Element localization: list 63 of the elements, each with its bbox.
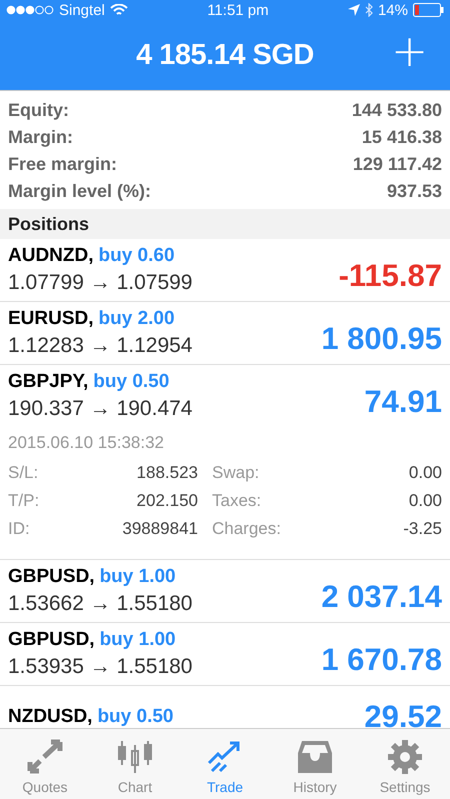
open-time: 2015.06.10 15:38:32 xyxy=(8,432,165,454)
detail-value: 0.00 xyxy=(408,491,442,511)
position-row[interactable]: GBPUSD, buy 1.00 1.53935 → 1.55180 1 670.78 xyxy=(0,623,450,686)
clock-time: 11:51 pm xyxy=(207,2,269,18)
signal-dots-icon xyxy=(6,5,54,15)
section-heading: Positions xyxy=(0,209,450,239)
order-side: buy 1.00 xyxy=(100,566,176,588)
price-range: 1.12283 → 1.12954 xyxy=(8,334,194,358)
symbol-label: AUDNZD, xyxy=(8,245,94,267)
order-side: buy 2.00 xyxy=(98,308,175,330)
summary-label: Free margin: xyxy=(8,154,118,175)
profit-value: 2 037.14 xyxy=(321,579,442,615)
detail-label: ID: xyxy=(8,519,31,539)
bluetooth-icon xyxy=(364,3,373,17)
summary-value: 15 416.38 xyxy=(362,127,442,148)
diagonal-arrows-icon xyxy=(26,739,64,775)
detail-value: 202.150 xyxy=(136,491,198,511)
detail-value: 39889841 xyxy=(121,519,198,539)
profit-value: 74.91 xyxy=(364,384,442,420)
order-side: buy 0.60 xyxy=(98,245,175,267)
symbol-label: NZDUSD, xyxy=(8,706,92,728)
price-range: 1.53935 → 1.55180 xyxy=(8,655,194,679)
position-row[interactable]: EURUSD, buy 2.00 1.12283 → 1.12954 1 800.95 xyxy=(0,302,450,365)
balance-title: 4 185.14 SGD xyxy=(136,38,314,72)
battery-percent: 14% xyxy=(378,2,408,18)
order-side: buy 0.50 xyxy=(97,706,174,728)
price-range: 1.53662 → 1.55180 xyxy=(8,592,194,616)
price-range: 1.07799 → 1.07599 xyxy=(8,271,194,295)
symbol-label: GBPJPY, xyxy=(8,371,88,393)
candlestick-icon xyxy=(116,739,154,775)
symbol-label: EURUSD, xyxy=(8,308,94,330)
position-row[interactable]: GBPUSD, buy 1.00 1.53662 → 1.55180 2 037.14 xyxy=(0,560,450,623)
wifi-icon xyxy=(110,4,128,16)
position-row[interactable]: GBPJPY, buy 0.50 190.337 → 190.474 74.91 2015.06.10 15:38:32 S/L: 188.523 Swap: 0.00 T/P: 202.150 Taxes: 0.00 ID: 39889841 Charges: -3.25 xyxy=(0,365,450,560)
detail-label: S/L: xyxy=(8,463,40,483)
order-side: buy 0.50 xyxy=(93,371,170,393)
profit-value: 1 800.95 xyxy=(321,321,442,357)
summary-label: Margin: xyxy=(8,127,73,148)
summary-value: 144 533.80 xyxy=(352,100,442,121)
inbox-tray-icon xyxy=(296,739,334,775)
detail-label: Swap: xyxy=(211,463,260,483)
position-row[interactable]: AUDNZD, buy 0.60 1.07799 → 1.07599 -115.87 xyxy=(0,239,450,302)
battery-icon xyxy=(413,3,444,17)
detail-value: -3.25 xyxy=(403,519,442,539)
summary-value: 937.53 xyxy=(386,181,442,202)
summary-label: Margin level (%): xyxy=(8,181,152,202)
symbol-label: GBPUSD, xyxy=(8,566,95,588)
settings-icon xyxy=(386,739,424,775)
carrier-name: Singtel xyxy=(59,2,105,18)
price-range: 190.337 → 190.474 xyxy=(8,397,194,421)
summary-value: 129 117.42 xyxy=(352,154,442,175)
location-arrow-icon xyxy=(348,4,360,16)
detail-value: 188.523 xyxy=(136,463,198,483)
detail-label: T/P: xyxy=(8,491,40,511)
profit-value: 1 670.78 xyxy=(321,642,442,678)
summary-label: Equity: xyxy=(8,100,69,121)
order-side: buy 1.00 xyxy=(100,629,176,651)
symbol-label: GBPUSD, xyxy=(8,629,95,651)
detail-value: 0.00 xyxy=(408,463,442,483)
detail-label: Taxes: xyxy=(211,491,262,511)
detail-label: Charges: xyxy=(211,519,282,539)
profit-value: -115.87 xyxy=(338,258,442,294)
profit-value: 29.52 xyxy=(364,699,442,728)
